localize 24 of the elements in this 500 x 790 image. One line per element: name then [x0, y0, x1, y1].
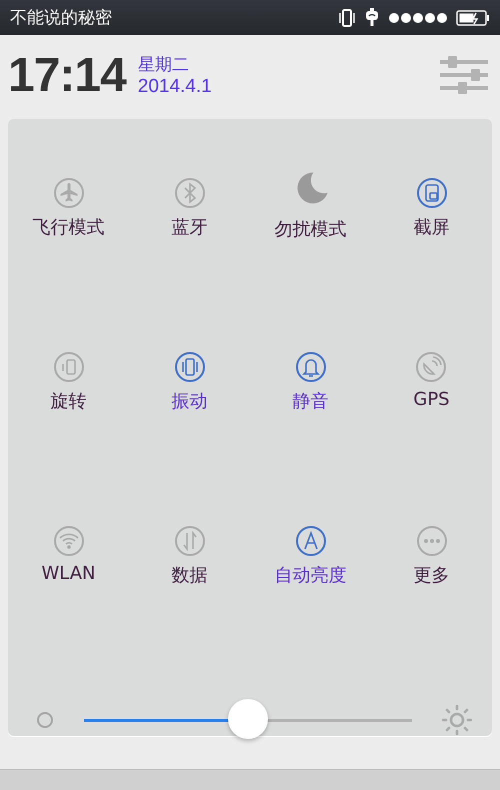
toggle-tile[interactable]: 飞行模式	[32, 177, 104, 239]
settings-icon[interactable]	[440, 56, 488, 94]
sun-icon	[442, 705, 472, 735]
date: 2014.4.1	[138, 76, 212, 98]
toggle-tile[interactable]: 振动	[172, 351, 208, 413]
weekday: 星期二	[138, 54, 190, 76]
vibrate-icon	[338, 8, 356, 28]
toggle-tile[interactable]: WLAN	[41, 525, 96, 584]
toggle-tile[interactable]: 蓝牙	[172, 177, 208, 239]
status-title: 不能说的秘密	[10, 7, 112, 29]
toggle-tile[interactable]: 旋转	[50, 351, 86, 413]
signal-icon	[388, 12, 448, 24]
clock-time: 17:14	[8, 48, 126, 102]
slider-thumb[interactable]	[228, 699, 268, 739]
toggle-tile[interactable]: 自动亮度	[274, 525, 346, 587]
toggle-tile[interactable]: 勿扰模式	[274, 169, 346, 241]
toggle-tile[interactable]: 静音	[292, 351, 328, 413]
battery-icon	[456, 8, 490, 26]
toggle-tile[interactable]: 截屏	[414, 177, 450, 239]
dim-icon	[36, 711, 54, 729]
usb-icon	[364, 8, 380, 28]
toggle-tile[interactable]: 数据	[172, 525, 208, 587]
toggle-tile[interactable]: GPS	[413, 351, 450, 410]
toggle-tile[interactable]: 更多	[414, 525, 450, 587]
